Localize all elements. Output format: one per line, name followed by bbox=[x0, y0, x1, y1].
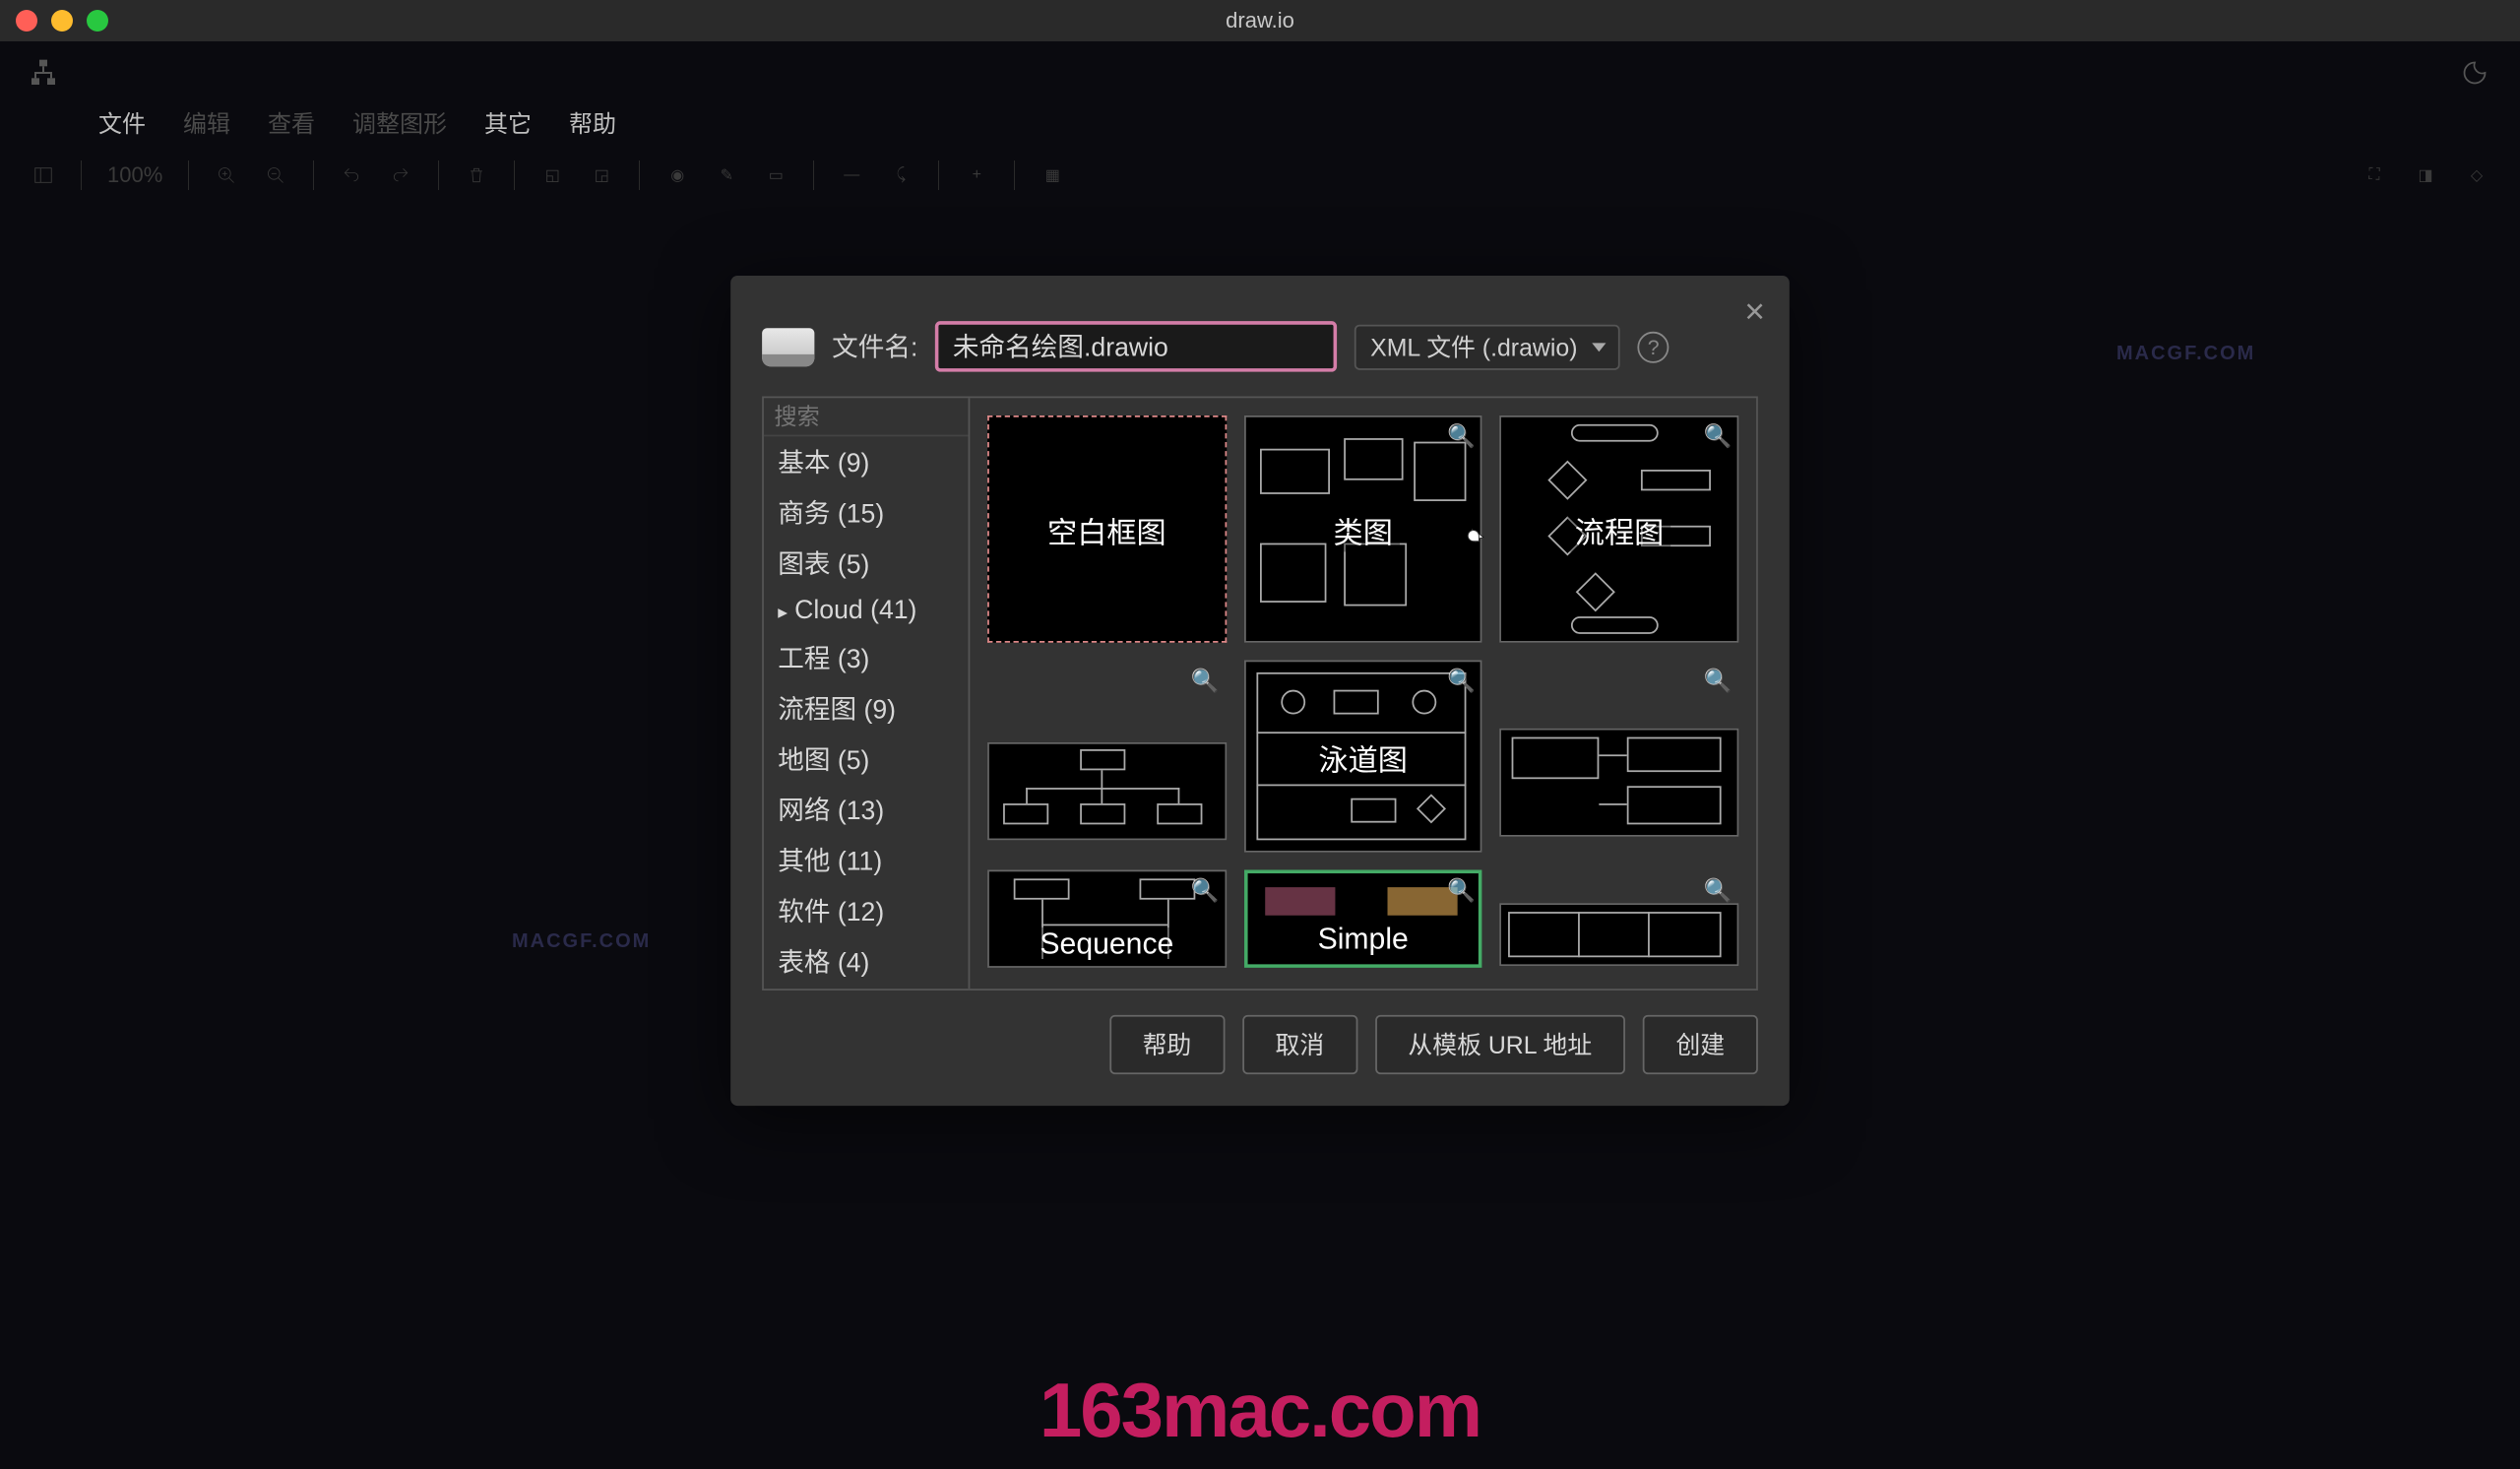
maximize-window[interactable] bbox=[87, 10, 108, 32]
shadow-icon[interactable]: ▭ bbox=[756, 156, 795, 195]
category-uml[interactable]: UML (8) bbox=[764, 987, 969, 989]
category-network[interactable]: 网络 (13) bbox=[764, 785, 969, 835]
traffic-lights bbox=[16, 10, 108, 32]
zoom-in-icon[interactable] bbox=[207, 156, 246, 195]
magnify-icon[interactable]: 🔍 bbox=[1704, 668, 1732, 695]
zoom-out-icon[interactable] bbox=[256, 156, 295, 195]
template-cross[interactable]: 🔍 Cross- bbox=[1500, 870, 1739, 968]
dialog-header: 文件名: XML 文件 (.drawio) ? bbox=[730, 276, 1790, 396]
watermark: MACGF.COM bbox=[512, 930, 651, 953]
template-er-diagram[interactable]: 🔍 E-R图 bbox=[1500, 661, 1739, 853]
disk-icon bbox=[762, 327, 814, 365]
category-charts[interactable]: 图表 (5) bbox=[764, 538, 969, 588]
category-other[interactable]: 其他 (11) bbox=[764, 835, 969, 885]
template-blank[interactable]: 空白框图 bbox=[987, 415, 1227, 643]
close-window[interactable] bbox=[16, 10, 37, 32]
category-business[interactable]: 商务 (15) bbox=[764, 487, 969, 538]
filename-input[interactable] bbox=[935, 321, 1337, 371]
create-button[interactable]: 创建 bbox=[1643, 1015, 1758, 1074]
table-icon[interactable]: ▦ bbox=[1033, 156, 1072, 195]
template-class-diagram[interactable]: 🔍 类图 bbox=[1243, 415, 1482, 643]
new-file-dialog: × 文件名: XML 文件 (.drawio) ? 基本 (9) 商务 (15)… bbox=[730, 276, 1790, 1106]
category-sidebar: 基本 (9) 商务 (15) 图表 (5) Cloud (41) 工程 (3) … bbox=[764, 398, 970, 989]
connection-icon[interactable]: — bbox=[832, 156, 871, 195]
magnify-icon[interactable]: 🔍 bbox=[1447, 422, 1476, 450]
category-cloud[interactable]: Cloud (41) bbox=[764, 589, 969, 632]
category-map[interactable]: 地图 (5) bbox=[764, 734, 969, 784]
menu-help[interactable]: 帮助 bbox=[569, 104, 616, 139]
magnify-icon[interactable]: 🔍 bbox=[1447, 877, 1476, 905]
menu-extras[interactable]: 其它 bbox=[484, 104, 532, 139]
menu-file[interactable]: 文件 bbox=[98, 104, 146, 139]
sidebar-toggle-icon[interactable] bbox=[24, 156, 63, 195]
outline-icon[interactable]: ◇ bbox=[2457, 156, 2496, 195]
menu-view[interactable]: 查看 bbox=[268, 104, 315, 139]
template-org-chart[interactable]: 🔍 组织结构图 bbox=[987, 661, 1227, 853]
line-color-icon[interactable]: ✎ bbox=[707, 156, 746, 195]
app-logo-icon bbox=[28, 57, 59, 89]
cursor-icon bbox=[1464, 524, 1491, 551]
category-tables[interactable]: 表格 (4) bbox=[764, 936, 969, 987]
cancel-button[interactable]: 取消 bbox=[1242, 1015, 1357, 1074]
search-box bbox=[764, 398, 969, 436]
format-panel-icon[interactable]: ◨ bbox=[2406, 156, 2445, 195]
menubar: 文件 编辑 查看 调整图形 其它 帮助 bbox=[0, 104, 2520, 138]
template-flowchart[interactable]: 🔍 流程图 bbox=[1500, 415, 1739, 643]
fill-color-icon[interactable]: ◉ bbox=[658, 156, 697, 195]
magnify-icon[interactable]: 🔍 bbox=[1447, 668, 1476, 695]
template-sequence[interactable]: 🔍 Sequence bbox=[987, 870, 1227, 968]
to-back-icon[interactable]: ◲ bbox=[582, 156, 621, 195]
dialog-footer: 帮助 取消 从模板 URL 地址 创建 bbox=[730, 990, 1790, 1106]
add-icon[interactable]: + bbox=[957, 156, 996, 195]
menu-edit[interactable]: 编辑 bbox=[183, 104, 230, 139]
category-basic[interactable]: 基本 (9) bbox=[764, 436, 969, 486]
category-software[interactable]: 软件 (12) bbox=[764, 885, 969, 935]
toolbar: 100% ◱ ◲ ◉ ✎ ▭ — ⤹ + ▦ ⛶ ◨ ◇ bbox=[0, 152, 2520, 199]
menu-arrange[interactable]: 调整图形 bbox=[352, 104, 447, 139]
template-grid: 空白框图 🔍 类图 🔍 bbox=[970, 398, 1756, 989]
category-flowchart[interactable]: 流程图 (9) bbox=[764, 683, 969, 734]
theme-toggle-icon[interactable] bbox=[2461, 59, 2488, 87]
window-title: draw.io bbox=[1226, 8, 1294, 33]
magnify-icon[interactable]: 🔍 bbox=[1704, 422, 1732, 450]
redo-icon[interactable] bbox=[381, 156, 420, 195]
page-watermark: 163mac.com bbox=[1040, 1366, 1480, 1455]
magnify-icon[interactable]: 🔍 bbox=[1191, 877, 1220, 905]
fullscreen-icon[interactable]: ⛶ bbox=[2355, 156, 2394, 195]
magnify-icon[interactable]: 🔍 bbox=[1704, 877, 1732, 905]
search-input[interactable] bbox=[775, 404, 971, 430]
help-icon[interactable]: ? bbox=[1638, 331, 1670, 362]
watermark: MACGF.COM bbox=[2116, 343, 2255, 365]
from-url-button[interactable]: 从模板 URL 地址 bbox=[1375, 1015, 1625, 1074]
app-header bbox=[0, 41, 2520, 104]
minimize-window[interactable] bbox=[51, 10, 73, 32]
to-front-icon[interactable]: ◱ bbox=[533, 156, 572, 195]
help-button[interactable]: 帮助 bbox=[1109, 1015, 1225, 1074]
zoom-level[interactable]: 100% bbox=[99, 162, 170, 188]
magnify-icon[interactable]: 🔍 bbox=[1191, 668, 1220, 695]
format-select[interactable]: XML 文件 (.drawio) bbox=[1354, 324, 1620, 369]
undo-icon[interactable] bbox=[332, 156, 371, 195]
dialog-body: 基本 (9) 商务 (15) 图表 (5) Cloud (41) 工程 (3) … bbox=[762, 396, 1758, 990]
waypoint-icon[interactable]: ⤹ bbox=[881, 156, 920, 195]
category-list: 基本 (9) 商务 (15) 图表 (5) Cloud (41) 工程 (3) … bbox=[764, 436, 969, 989]
close-button[interactable]: × bbox=[1744, 293, 1765, 334]
titlebar: draw.io bbox=[0, 0, 2520, 41]
delete-icon[interactable] bbox=[457, 156, 496, 195]
template-simple[interactable]: 🔍 Simple bbox=[1243, 870, 1482, 968]
filename-label: 文件名: bbox=[832, 328, 917, 364]
template-swimlane[interactable]: 🔍 泳道图 bbox=[1243, 661, 1482, 853]
category-engineering[interactable]: 工程 (3) bbox=[764, 632, 969, 682]
